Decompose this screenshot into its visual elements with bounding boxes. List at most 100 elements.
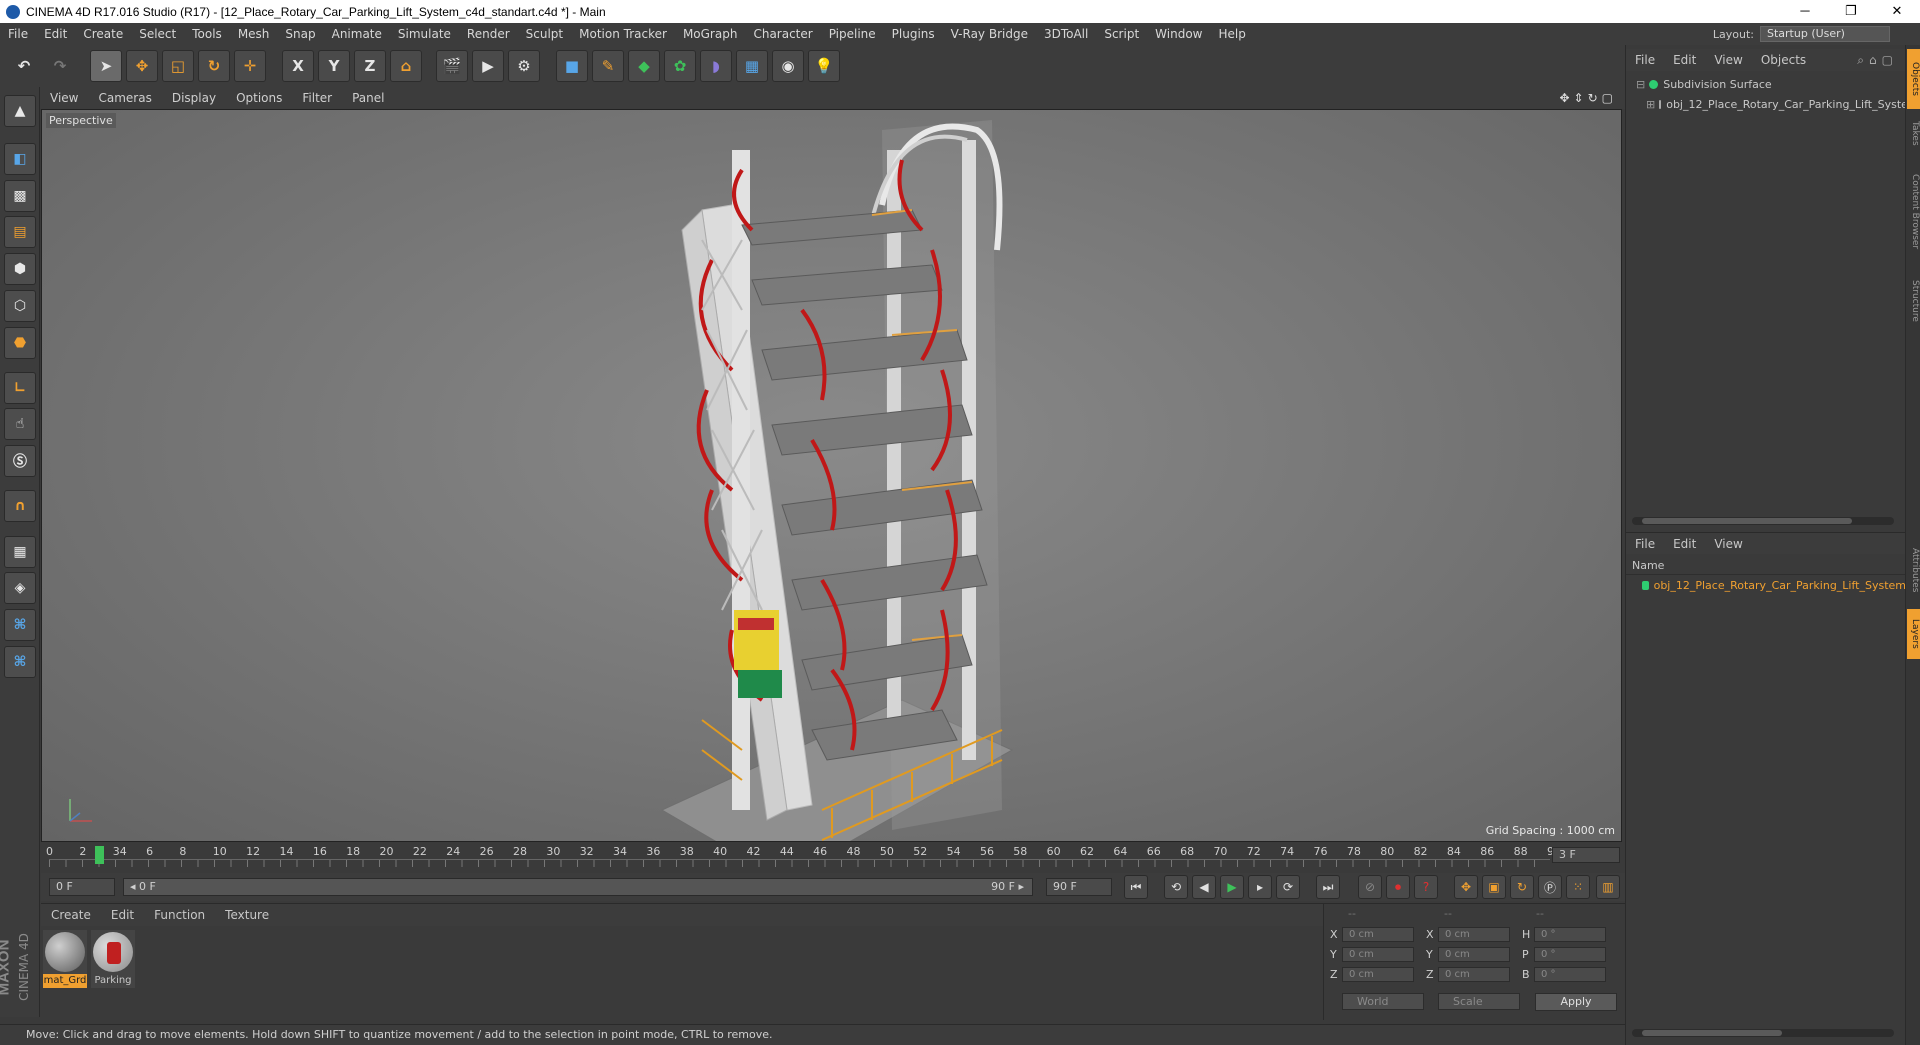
search-icon[interactable]: ⌕: [1857, 53, 1869, 67]
next-frame-icon[interactable]: ▸: [1248, 875, 1272, 899]
subdivision-icon[interactable]: ◆: [628, 50, 660, 82]
menu-window[interactable]: Window: [1147, 27, 1210, 41]
vp-menu-filter[interactable]: Filter: [292, 91, 342, 105]
menu-plugins[interactable]: Plugins: [884, 27, 943, 41]
live-transform-icon[interactable]: ✛: [234, 50, 266, 82]
vp-menu-panel[interactable]: Panel: [342, 91, 394, 105]
goto-end-icon[interactable]: ⏭: [1316, 875, 1340, 899]
python-2-icon[interactable]: ⌘: [4, 646, 36, 678]
layer-row[interactable]: obj_12_Place_Rotary_Car_Parking_Lift_Sys…: [1626, 576, 1906, 594]
select-arrow-icon[interactable]: ➤: [90, 50, 122, 82]
menu-motion-tracker[interactable]: Motion Tracker: [571, 27, 675, 41]
keyframe-selection-icon[interactable]: ?: [1414, 875, 1438, 899]
timeline-playhead[interactable]: [95, 846, 105, 864]
vp-menu-options[interactable]: Options: [226, 91, 292, 105]
texture-mode-icon[interactable]: ▩: [4, 180, 36, 212]
menu-select[interactable]: Select: [131, 27, 184, 41]
python-icon[interactable]: ⌘: [4, 609, 36, 641]
y-axis-icon[interactable]: Y: [318, 50, 350, 82]
layout-dropdown[interactable]: Startup (User): [1760, 26, 1890, 42]
tweak-mode-icon[interactable]: ☝: [4, 408, 36, 440]
world-coord-icon[interactable]: ⌂: [390, 50, 422, 82]
play-icon[interactable]: ▶: [1220, 875, 1244, 899]
menu-create[interactable]: Create: [75, 27, 131, 41]
redo-icon[interactable]: ↷: [44, 50, 76, 82]
point-level-icon[interactable]: ⁙: [1566, 875, 1590, 899]
mat-menu-create[interactable]: Create: [41, 908, 101, 922]
rotation-h-field[interactable]: 0 °: [1534, 927, 1606, 942]
record-icon[interactable]: ⊘: [1358, 875, 1382, 899]
tab-objects[interactable]: Objects: [1907, 49, 1920, 109]
size-z-field[interactable]: 0 cm: [1438, 967, 1510, 982]
vp-menu-view[interactable]: View: [40, 91, 88, 105]
maximize-button[interactable]: ❐: [1828, 0, 1874, 23]
maximize-view-icon[interactable]: ▢: [1602, 91, 1617, 105]
move-icon[interactable]: ✥: [126, 50, 158, 82]
material-swatch[interactable]: mat_Grd: [43, 930, 87, 988]
x-axis-icon[interactable]: X: [282, 50, 314, 82]
autokey-icon[interactable]: ⏺: [1386, 875, 1410, 899]
material-swatch[interactable]: Parking: [91, 930, 135, 988]
menu-vray-bridge[interactable]: V-Ray Bridge: [943, 27, 1036, 41]
planar-workplane-icon[interactable]: ◈: [4, 572, 36, 604]
deformer-icon[interactable]: ◗: [700, 50, 732, 82]
menu-animate[interactable]: Animate: [324, 27, 390, 41]
frame-range-slider[interactable]: ◂ 0 F 90 F ▸: [123, 878, 1033, 896]
vp-menu-display[interactable]: Display: [162, 91, 226, 105]
points-mode-icon[interactable]: ⬢: [4, 253, 36, 285]
position-y-field[interactable]: 0 cm: [1342, 947, 1414, 962]
tab-attributes[interactable]: Attributes: [1907, 535, 1920, 605]
new-window-icon[interactable]: ▢: [1882, 53, 1898, 67]
solo-icon[interactable]: Ⓢ: [4, 445, 36, 477]
menu-sculpt[interactable]: Sculpt: [518, 27, 571, 41]
render-settings-icon[interactable]: ⚙: [508, 50, 540, 82]
scale-icon[interactable]: ◱: [162, 50, 194, 82]
next-key-icon[interactable]: ⟳: [1276, 875, 1300, 899]
tab-structure[interactable]: Structure: [1907, 271, 1920, 331]
light-icon[interactable]: 💡: [808, 50, 840, 82]
timeline-ruler[interactable]: 0 2 34 6 8 10 12 14 16 18 20 22 24 26 28 30 32 34 36 38 40 42…: [41, 845, 1625, 867]
floor-grid-icon[interactable]: ▦: [736, 50, 768, 82]
prev-frame-icon[interactable]: ◀: [1192, 875, 1216, 899]
layer-menu-view[interactable]: View: [1705, 537, 1751, 551]
rotate-key-icon[interactable]: ↻: [1510, 875, 1534, 899]
menu-3dtoall[interactable]: 3DToAll: [1036, 27, 1096, 41]
obj-menu-view[interactable]: View: [1705, 53, 1751, 67]
edges-mode-icon[interactable]: ⬡: [4, 290, 36, 322]
menu-character[interactable]: Character: [745, 27, 820, 41]
param-key-icon[interactable]: Ⓟ: [1538, 875, 1562, 899]
rotate-view-icon[interactable]: ↻: [1588, 91, 1602, 105]
end-frame-field[interactable]: 90 F: [1046, 878, 1112, 896]
prev-key-icon[interactable]: ⟲: [1164, 875, 1188, 899]
scale-dropdown[interactable]: Scale: [1438, 993, 1520, 1010]
apply-button[interactable]: Apply: [1535, 993, 1617, 1011]
axis-mode-icon[interactable]: ∟: [4, 372, 36, 404]
make-editable-icon[interactable]: ▲: [4, 95, 36, 127]
viewport-perspective[interactable]: Perspective Grid Spacing: 1000 cm: [41, 109, 1622, 842]
undo-icon[interactable]: ↶: [8, 50, 40, 82]
rotation-b-field[interactable]: 0 °: [1534, 967, 1606, 982]
rotate-icon[interactable]: ↻: [198, 50, 230, 82]
start-frame-field[interactable]: 0 F: [49, 878, 115, 896]
locked-workplane-icon[interactable]: ▦: [4, 536, 36, 568]
cube-icon[interactable]: ■: [556, 50, 588, 82]
rotation-p-field[interactable]: 0 °: [1534, 947, 1606, 962]
menu-script[interactable]: Script: [1096, 27, 1147, 41]
camera-icon[interactable]: ◉: [772, 50, 804, 82]
menu-mograph[interactable]: MoGraph: [675, 27, 746, 41]
menu-simulate[interactable]: Simulate: [390, 27, 459, 41]
obj-menu-file[interactable]: File: [1626, 53, 1664, 67]
goto-start-icon[interactable]: ⏮: [1124, 875, 1148, 899]
size-y-field[interactable]: 0 cm: [1438, 947, 1510, 962]
parking-lift-model[interactable]: [42, 110, 1622, 842]
menu-help[interactable]: Help: [1210, 27, 1253, 41]
world-dropdown[interactable]: World: [1342, 993, 1424, 1010]
snap-magnet-icon[interactable]: ∩: [4, 490, 36, 522]
vp-menu-cameras[interactable]: Cameras: [88, 91, 161, 105]
move-key-icon[interactable]: ✥: [1454, 875, 1478, 899]
mat-menu-texture[interactable]: Texture: [215, 908, 279, 922]
obj-menu-objects[interactable]: Objects: [1752, 53, 1815, 67]
scale-key-icon[interactable]: ▣: [1482, 875, 1506, 899]
menu-pipeline[interactable]: Pipeline: [821, 27, 884, 41]
tab-content-browser[interactable]: Content Browser: [1907, 157, 1920, 267]
